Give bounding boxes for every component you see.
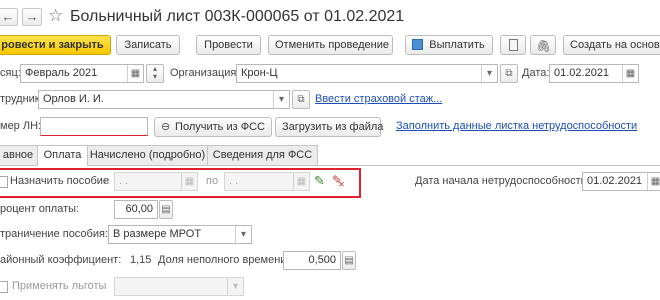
favorite-star-icon[interactable]: ☆ (48, 7, 63, 25)
back-button[interactable]: ← (0, 8, 18, 26)
get-from-fss-label: Получить из ФСС (175, 121, 265, 133)
organization-field[interactable]: Крон-Ц ▾ (236, 64, 498, 83)
part-time-label: Доля неполного времени: (158, 254, 290, 266)
calculator-icon[interactable]: ▤ (159, 200, 173, 219)
open-link-icon: ⧉ (505, 68, 513, 79)
calendar-icon[interactable]: ▦ (622, 65, 638, 82)
start-date-label: Дата начала нетрудоспособности: (415, 175, 590, 187)
forward-button[interactable]: → (22, 8, 42, 26)
month-label: сяц: (0, 67, 21, 79)
create-based-button[interactable]: Создать на основа (563, 35, 660, 55)
dropdown-icon[interactable]: ▾ (481, 65, 497, 82)
ln-number-field[interactable] (40, 117, 148, 136)
organization-value: Крон-Ц (241, 67, 278, 79)
tab-accrued-detailed[interactable]: Начислено (подробно) (87, 145, 208, 166)
tabs-divider (0, 165, 660, 166)
ln-number-label: мер ЛН: (0, 120, 42, 132)
pay-button-label: Выплатить (429, 39, 485, 51)
benefit-to-value: . . (229, 175, 239, 187)
payment-percent-field[interactable]: 60,00 (114, 200, 158, 219)
fss-icon: ⊖ (161, 121, 171, 133)
post-and-close-button[interactable]: ровести и закрыть (0, 35, 111, 55)
benefit-from-value: . . (119, 175, 129, 187)
to-label: по (206, 175, 219, 187)
employee-value: Орлов И. И. (43, 93, 104, 105)
open-link-icon: ⧉ (297, 94, 305, 105)
pay-button[interactable]: Выплатить (405, 35, 493, 55)
load-from-file-button[interactable]: Загрузить из файла (275, 117, 383, 137)
part-time-field[interactable]: 0,500 (283, 251, 341, 270)
page-title: Больничный лист 003К-000065 от 01.02.202… (70, 8, 405, 25)
edit-pencil-icon[interactable]: ✎ (314, 173, 325, 189)
get-from-fss-button[interactable]: ⊖ Получить из ФСС (154, 117, 272, 137)
assign-benefit-checkbox[interactable] (0, 176, 8, 188)
apply-benefits-label: Применять льготы (12, 280, 107, 292)
calendar-icon[interactable]: ▦ (127, 65, 143, 82)
benefits-select[interactable]: ▾ (114, 277, 244, 296)
benefit-limit-label: траничение пособия: (0, 228, 109, 240)
benefit-from-field[interactable]: . . ▦ (114, 172, 198, 191)
payment-icon (412, 39, 423, 50)
regional-coefficient-label: айонный коэффициент: (0, 254, 122, 266)
report-icon (509, 39, 518, 51)
organization-open-button[interactable]: ⧉ (500, 64, 518, 83)
tab-fss-info[interactable]: Сведения для ФСС (207, 145, 318, 166)
month-value: Февраль 2021 (25, 67, 98, 79)
payment-percent-label: роцент оплаты: (0, 203, 80, 215)
insurance-experience-link[interactable]: Ввести страховой стаж... (315, 90, 442, 109)
start-date-value: 01.02.2021 (587, 175, 643, 187)
spin-down-icon: ▾ (152, 72, 157, 81)
organization-label: Организация: (170, 67, 240, 79)
employee-open-button[interactable]: ⧉ (292, 90, 310, 109)
fill-sick-leave-link[interactable]: Заполнить данные листка нетрудоспособнос… (396, 117, 637, 136)
tab-payment[interactable]: Оплата (37, 145, 88, 166)
paperclip-icon: 🖇 (536, 39, 552, 53)
dropdown-icon[interactable]: ▾ (227, 278, 243, 295)
calendar-icon[interactable]: ▦ (293, 173, 309, 190)
month-field[interactable]: Февраль 2021 ▦ (20, 64, 144, 83)
assign-benefit-label: Назначить пособие (10, 175, 110, 187)
regional-coefficient-value: 1,15 (130, 254, 152, 266)
apply-benefits-checkbox[interactable] (0, 281, 8, 293)
report-button[interactable] (500, 35, 526, 55)
employee-label: трудник: (0, 93, 43, 105)
calculator-icon[interactable]: ▤ (342, 251, 356, 270)
benefit-to-field[interactable]: . . ▦ (224, 172, 310, 191)
calendar-icon[interactable]: ▦ (647, 173, 660, 190)
date-value: 01.02.2021 (554, 67, 610, 79)
dropdown-icon[interactable]: ▾ (273, 91, 289, 108)
post-button[interactable]: Провести (196, 35, 261, 55)
dropdown-icon[interactable]: ▾ (235, 226, 251, 243)
month-spin-button[interactable]: ▴ ▾ (146, 64, 164, 83)
start-date-field[interactable]: 01.02.2021 ▦ (582, 172, 660, 191)
date-label: Дата: (522, 67, 550, 79)
benefit-limit-select[interactable]: В размере МРОТ ▾ (108, 225, 252, 244)
clear-pencil-icon[interactable]: ✎✕ (332, 173, 349, 189)
date-field[interactable]: 01.02.2021 ▦ (549, 64, 639, 83)
save-button[interactable]: Записать (116, 35, 180, 55)
from-label: с (104, 175, 110, 187)
attach-button[interactable]: 🖇 (530, 35, 556, 55)
cancel-posting-button[interactable]: Отменить проведение (268, 35, 393, 55)
calendar-icon[interactable]: ▦ (181, 173, 197, 190)
tab-main[interactable]: авное (0, 145, 38, 166)
benefit-limit-value: В размере МРОТ (113, 228, 202, 240)
employee-field[interactable]: Орлов И. И. ▾ (38, 90, 290, 109)
